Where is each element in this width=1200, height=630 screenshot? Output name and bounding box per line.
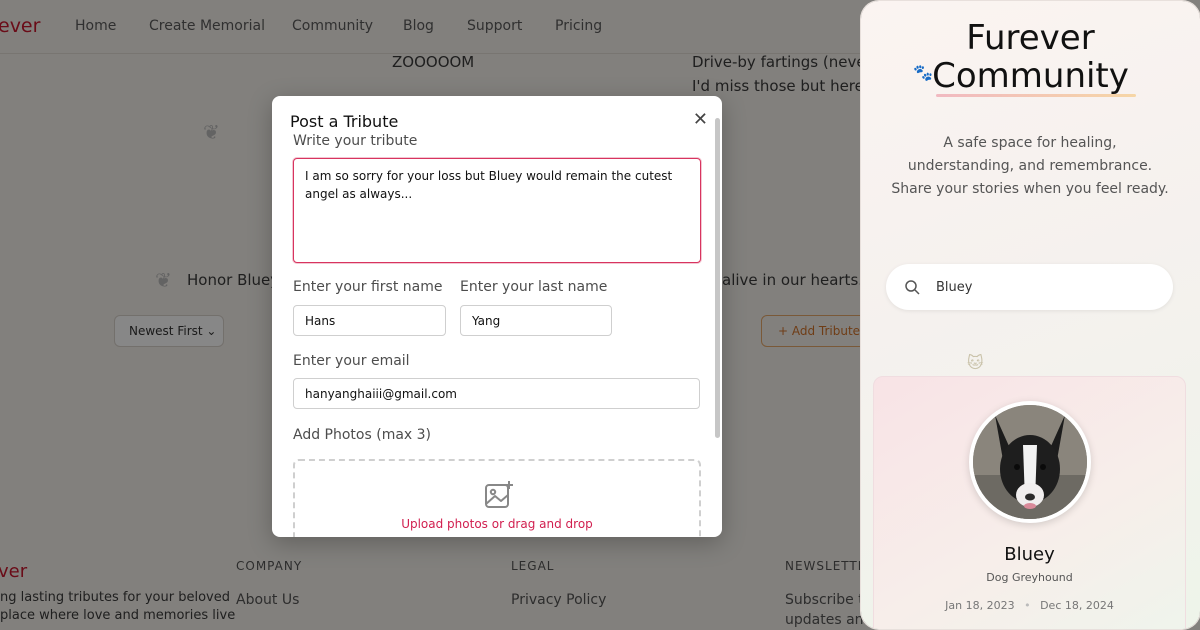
tribute-textarea[interactable] [293, 158, 701, 263]
modal-title: Post a Tribute [290, 112, 399, 131]
post-tribute-modal: Post a Tribute ✕ Write your tribute Ente… [272, 96, 722, 537]
pet-dates: Jan 18, 2023 • Dec 18, 2024 [874, 599, 1185, 612]
community-panel: 🐾 Furever Community A safe space for hea… [861, 1, 1200, 629]
date-separator: • [1024, 599, 1031, 612]
page-title: Furever Community [861, 19, 1200, 95]
passing-date: Dec 18, 2024 [1040, 599, 1114, 612]
pet-card[interactable]: Bluey Dog Greyhound Jan 18, 2023 • Dec 1… [873, 376, 1186, 629]
pet-avatar [969, 401, 1091, 523]
photos-label: Add Photos (max 3) [293, 427, 432, 443]
community-description: A safe space for healing, understanding,… [891, 135, 1169, 197]
add-image-icon [485, 481, 513, 508]
email-input[interactable] [293, 378, 700, 409]
modal-scrollbar[interactable] [713, 96, 721, 536]
birth-date: Jan 18, 2023 [945, 599, 1015, 612]
upload-text: Upload photos or drag and drop [401, 517, 593, 531]
title-line: Community [932, 56, 1129, 96]
email-label: Enter your email [293, 353, 410, 369]
title-underline [936, 94, 1136, 97]
first-name-input[interactable] [293, 305, 446, 336]
pet-name: Bluey [1004, 544, 1055, 565]
search-icon [905, 280, 920, 295]
cat-decoration-icon: 🐱 [967, 353, 984, 372]
pet-breed: Dog Greyhound [986, 571, 1073, 584]
search-input[interactable] [936, 276, 1156, 298]
first-name-label: Enter your first name [293, 279, 443, 295]
close-icon[interactable]: ✕ [693, 109, 708, 130]
scrollbar-thumb[interactable] [715, 118, 720, 438]
search-bar[interactable] [886, 264, 1173, 310]
dog-photo [973, 405, 1087, 519]
tribute-label: Write your tribute [293, 133, 418, 149]
last-name-label: Enter your last name [460, 279, 608, 295]
photo-upload-dropzone[interactable]: Upload photos or drag and drop [293, 459, 701, 537]
title-line: Furever [966, 18, 1095, 58]
last-name-input[interactable] [460, 305, 612, 336]
